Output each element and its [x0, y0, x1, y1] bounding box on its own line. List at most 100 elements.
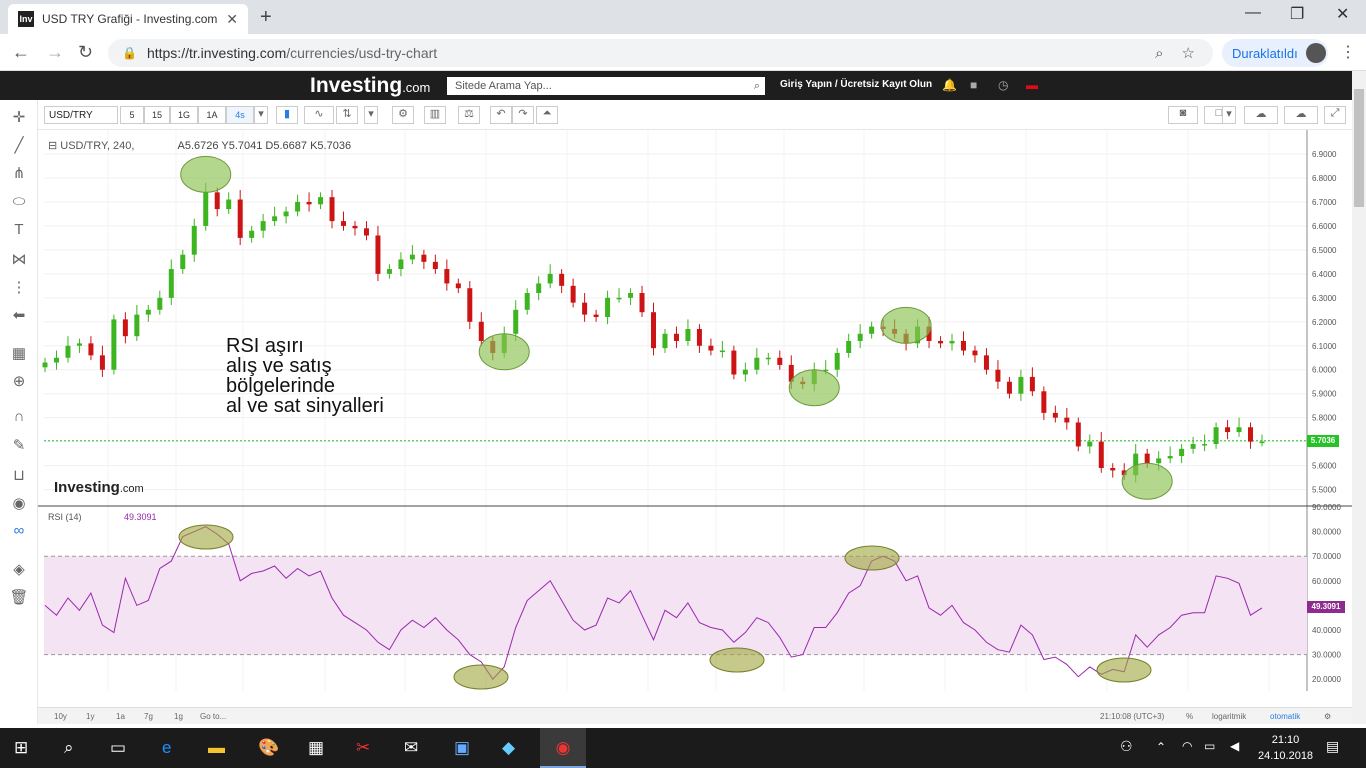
symbol-input[interactable]: USD/TRY	[44, 106, 118, 124]
bar-chart-icon[interactable]: ▥	[424, 106, 446, 124]
range-1y[interactable]: 1y	[86, 712, 94, 721]
cloud-save-icon[interactable]: ☁	[1284, 106, 1318, 124]
redo-icon[interactable]: ↷	[512, 106, 534, 124]
bookmark-star-icon[interactable]: ☆	[1182, 44, 1195, 62]
edge-icon[interactable]: e	[162, 738, 171, 758]
candle-style-icon[interactable]: ▮	[276, 106, 298, 124]
legend-toggle-icon[interactable]: ⊟	[48, 140, 57, 152]
investing-watermark: Investing.com	[54, 479, 144, 496]
taskbar-search-icon[interactable]: ⌕	[64, 738, 74, 758]
chrome-icon[interactable]: ◉	[540, 728, 586, 768]
task-view-icon[interactable]: ▭	[110, 738, 126, 758]
url-field[interactable]: 🔒 https://tr.investing.com/currencies/us…	[108, 39, 1213, 67]
site-logo[interactable]: Investing.com	[310, 74, 430, 98]
shape-icon[interactable]: ⬭	[9, 193, 29, 213]
timeframe-4s[interactable]: 4s	[226, 106, 254, 124]
balance-icon[interactable]: ⚖	[458, 106, 480, 124]
crosshair-icon[interactable]: ✛	[9, 108, 29, 128]
page-scrollbar[interactable]	[1352, 71, 1366, 724]
tray-chevron-icon[interactable]: ⌃	[1156, 740, 1166, 754]
mail-icon[interactable]: ✉	[404, 738, 418, 758]
log-toggle[interactable]: logaritmik	[1212, 712, 1246, 721]
timeframe-1a[interactable]: 1A	[198, 106, 226, 124]
windows-start-icon[interactable]: ⊞	[14, 738, 28, 758]
battery-icon[interactable]: ▭	[1204, 739, 1215, 753]
zoom-in-icon[interactable]: ⊕	[9, 372, 29, 392]
photos-icon[interactable]: ▣	[454, 738, 470, 758]
system-clock[interactable]: 21:10 24.10.2018	[1258, 732, 1313, 764]
annotation-text: RSI aşırı alış ve satış bölgelerinde al …	[226, 336, 384, 416]
chart-bottom-bar: 10y 1y 1a 7g 1g Go to... 21:10:08 (UTC+3…	[38, 707, 1352, 724]
trend-line-icon[interactable]: ╱	[9, 136, 29, 156]
new-tab-icon[interactable]: +	[260, 6, 272, 29]
price-highlight-ellipse	[478, 333, 530, 371]
range-10y[interactable]: 10y	[54, 712, 67, 721]
file-explorer-icon[interactable]: ▬	[208, 738, 225, 758]
reload-icon[interactable]: ↻	[78, 42, 93, 63]
eye-icon[interactable]: ◉	[9, 494, 29, 514]
time-tick-label: 15:00	[706, 697, 727, 706]
timeframe-15[interactable]: 15	[144, 106, 170, 124]
notes-icon[interactable]: ◆	[502, 738, 515, 758]
notification-icon[interactable]: ▤	[1326, 738, 1339, 755]
paint-icon[interactable]: 🎨	[258, 738, 279, 758]
trash-icon[interactable]: 🗑	[9, 588, 29, 608]
bell-icon[interactable]: 🔔	[942, 78, 957, 92]
briefcase-icon[interactable]: ■	[970, 78, 977, 92]
zoom-icon[interactable]: ⌕	[1155, 45, 1163, 62]
measure-icon[interactable]: ⋮	[9, 278, 29, 298]
range-7g[interactable]: 7g	[144, 712, 153, 721]
pattern-icon[interactable]: ⋈	[9, 250, 29, 270]
range-1g[interactable]: 1g	[174, 712, 183, 721]
maximize-icon[interactable]: ❐	[1290, 4, 1304, 24]
layout-dropdown-icon[interactable]: ▾	[1222, 106, 1236, 124]
people-icon[interactable]: ⚇	[1120, 738, 1133, 755]
range-1a[interactable]: 1a	[116, 712, 125, 721]
ruler-icon[interactable]: ▦	[9, 344, 29, 364]
pencil-lock-icon[interactable]: ✎	[9, 436, 29, 456]
scrollbar-thumb[interactable]	[1354, 89, 1364, 207]
time-tick-label: 6	[323, 697, 328, 706]
pitchfork-icon[interactable]: ⋔	[9, 164, 29, 184]
window-close-icon[interactable]: ✕	[1336, 4, 1349, 24]
timeframe-5[interactable]: 5	[120, 106, 144, 124]
fullscreen-icon[interactable]: ⤢	[1324, 106, 1346, 124]
arrow-left-icon[interactable]: ⬅	[9, 306, 29, 326]
snipping-icon[interactable]: ✂	[356, 738, 370, 758]
forward-icon[interactable]: →	[46, 42, 64, 63]
clock-icon[interactable]: ◷	[998, 78, 1008, 92]
cloud-load-icon[interactable]: ☁	[1244, 106, 1278, 124]
bottom-settings-icon[interactable]: ⚙	[1324, 712, 1331, 721]
timeframe-1g[interactable]: 1G	[170, 106, 198, 124]
lock-drawings-icon[interactable]: ⊔	[9, 466, 29, 486]
undo-icon[interactable]: ↶	[490, 106, 512, 124]
turkey-flag-icon[interactable]: ▬	[1026, 78, 1038, 92]
settings-gear-icon[interactable]: ⚙	[392, 106, 414, 124]
browser-menu-icon[interactable]: ⋮	[1340, 42, 1356, 62]
layers-icon[interactable]: ◈	[9, 560, 29, 580]
minimize-icon[interactable]: —	[1245, 4, 1261, 22]
profile-button[interactable]: Duraklatıldı	[1222, 39, 1328, 67]
volume-icon[interactable]: ◀	[1230, 739, 1239, 753]
back-icon[interactable]: ←	[12, 42, 30, 63]
goto-button[interactable]: Go to...	[200, 712, 226, 721]
compare-dropdown-icon[interactable]: ▾	[364, 106, 378, 124]
candle-body	[375, 235, 381, 274]
compare-icon[interactable]: ⇅	[336, 106, 358, 124]
camera-icon[interactable]: ◙	[1168, 106, 1198, 124]
auto-toggle[interactable]: otomatik	[1270, 712, 1300, 721]
tab-close-icon[interactable]: ✕	[226, 11, 238, 28]
login-link[interactable]: Giriş Yapın / Ücretsiz Kayıt Olun	[780, 79, 932, 90]
text-icon[interactable]: T	[9, 221, 29, 241]
percent-toggle[interactable]: %	[1186, 712, 1193, 721]
browser-tab[interactable]: Inv USD TRY Grafiği - Investing.com ✕	[8, 4, 248, 34]
magnet-icon[interactable]: ∩	[9, 408, 29, 428]
timeframe-dropdown-icon[interactable]: ▾	[254, 106, 268, 124]
indicators-icon[interactable]: ∿	[304, 106, 334, 124]
search-icon[interactable]: ⌕	[754, 80, 760, 93]
link-icon[interactable]: ∞	[9, 522, 29, 542]
calculator-icon[interactable]: ▦	[308, 738, 324, 758]
site-search-input[interactable]: Sitede Arama Yap... ⌕	[447, 77, 765, 95]
alert-icon[interactable]: ⏶	[536, 106, 558, 124]
wifi-icon[interactable]: ◠	[1182, 739, 1192, 753]
